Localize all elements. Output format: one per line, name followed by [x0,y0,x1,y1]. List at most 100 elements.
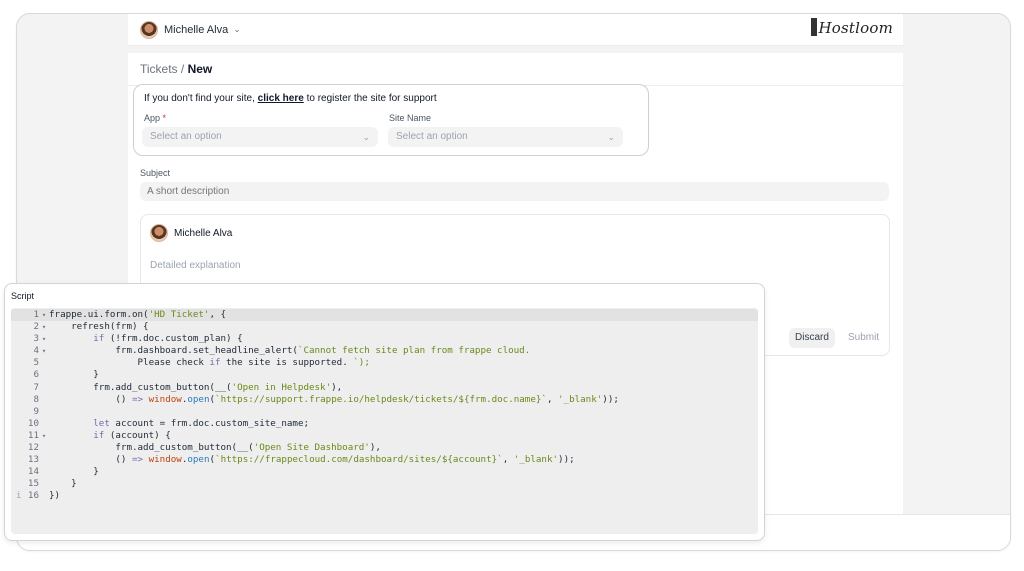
code-text: frm.add_custom_button(__('Open Site Dash… [49,442,381,454]
breadcrumb: Tickets / New [140,62,212,76]
code-line[interactable]: 9 [11,406,758,418]
code-text: frappe.ui.form.on('HD Ticket', { [49,309,227,320]
script-panel: Script 1 ▾ frappe.ui.form.on('HD Ticket', … [4,283,765,541]
site-selection-box: If you don't find your site, click here … [133,84,649,156]
code-text: } [49,369,99,381]
top-bar: Michelle Alva ⌄ Hostloom [128,14,903,46]
code-text: }) [49,490,61,502]
script-title: Script [11,291,35,301]
site-name-field-label: Site Name [389,113,432,123]
line-number: 3 [33,333,39,345]
fold-toggle-icon[interactable]: ▾ [39,430,49,442]
code-text: frm.dashboard.set_headline_alert(`Cannot… [49,345,531,357]
site-register-note: If you don't find your site, click here … [144,93,437,104]
code-editor[interactable]: 1 ▾ frappe.ui.form.on('HD Ticket', {2 ▾ ref… [11,308,758,534]
subject-input[interactable] [140,182,889,201]
code-line[interactable]: 15 } [11,478,758,490]
code-line[interactable]: 10 let account = frm.doc.custom_site_nam… [11,418,758,430]
breadcrumb-current: New [187,62,213,76]
editor-author: Michelle Alva [150,224,232,242]
register-site-link[interactable]: click here [258,93,304,104]
line-number: 9 [33,405,39,417]
code-text: } [49,478,77,490]
code-text: if (!frm.doc.custom_plan) { [93,333,243,345]
app-select[interactable]: Select an option ⌄ [142,127,378,147]
code-line[interactable]: 7 frm.add_custom_button(__('Open in Help… [11,382,758,394]
line-number: 13 [27,454,39,466]
code-text: refresh(frm) { [49,321,149,333]
submit-button[interactable]: Submit [842,328,886,348]
user-name[interactable]: Michelle Alva [164,24,228,36]
code-line[interactable]: 16}) i [11,490,758,502]
line-number: 1 [33,309,39,320]
code-line[interactable]: 1 ▾ frappe.ui.form.on('HD Ticket', { [11,309,758,322]
line-number: 14 [27,466,39,478]
author-avatar [150,224,168,242]
site-select-placeholder: Select an option [396,131,468,142]
line-number: 5 [33,357,39,369]
line-number: 10 [27,417,39,429]
discard-button[interactable]: Discard [789,328,835,348]
code-text: () => window.open(`https://frappecloud.c… [49,454,575,466]
breadcrumb-separator: / [180,62,185,76]
code-text: } [49,466,99,478]
code-line[interactable]: 14 } [11,466,758,478]
line-number: 11 [27,429,39,441]
fold-toggle-icon[interactable]: ▾ [39,333,49,345]
site-note-prefix: If you don't find your site, [144,93,255,104]
required-marker: * [162,113,167,123]
breadcrumb-tickets[interactable]: Tickets [140,62,178,76]
editor-author-name: Michelle Alva [174,227,233,239]
code-text: Please check if the site is supported. `… [49,357,370,369]
site-name-select[interactable]: Select an option ⌄ [388,127,623,147]
line-number: 8 [33,393,39,405]
user-avatar[interactable] [140,20,158,39]
chevron-down-icon[interactable]: ⌄ [233,24,241,35]
code-text: () => window.open(`https://support.frapp… [49,393,619,405]
code-line[interactable]: 5 Please check if the site is supported.… [11,357,758,369]
code-line[interactable]: 6 } [11,369,758,381]
line-number: 12 [27,442,39,454]
chevron-down-icon: ⌄ [362,132,370,142]
subject-label: Subject [140,168,171,178]
site-note-suffix: to register the site for support [306,93,437,104]
code-line[interactable]: 2 ▾ refresh(frm) { [11,321,758,333]
code-line[interactable]: 12 frm.add_custom_button(__('Open Site D… [11,442,758,454]
code-text: let account = frm.doc.custom_site_name; [93,417,310,429]
info-gutter-icon[interactable]: i [16,490,21,502]
code-line[interactable]: 13 () => window.open(`https://frappeclou… [11,454,758,466]
code-text: if (account) { [93,429,171,441]
brand-logo: Hostloom [811,18,893,37]
logo-mark-icon [811,18,818,36]
app-field-label: App * [144,113,166,123]
fold-toggle-icon[interactable]: ▾ [39,321,49,333]
code-line[interactable]: 4 ▾ frm.dashboard.set_headline_alert(`Can… [11,345,758,357]
description-placeholder[interactable]: Detailed explanation [150,260,241,271]
logo-text: Hostloom [818,19,893,37]
code-line[interactable]: 11 ▾ if (account) { [11,430,758,442]
line-number: 7 [33,381,39,393]
line-number: 6 [33,369,39,381]
code-line[interactable]: 8 () => window.open(`https://support.fra… [11,394,758,406]
line-number: 15 [27,478,39,490]
chevron-down-icon: ⌄ [607,132,615,142]
line-number: 4 [33,345,39,357]
line-number: 2 [33,321,39,333]
app-label-text: App [144,113,161,123]
code-text: frm.add_custom_button(__('Open in Helpde… [49,381,343,393]
fold-toggle-icon[interactable]: ▾ [39,309,49,321]
fold-toggle-icon[interactable]: ▾ [39,345,49,357]
header-spacer [128,46,903,53]
code-line[interactable]: 3 ▾ if (!frm.doc.custom_plan) { [11,333,758,345]
